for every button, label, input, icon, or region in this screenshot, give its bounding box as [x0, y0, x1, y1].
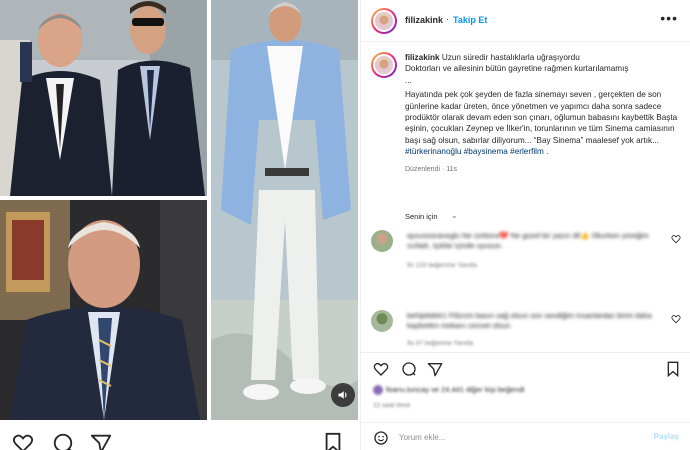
comment-meta[interactable]: 9s 47 beğenme Yanıtla	[407, 340, 473, 347]
more-options-icon[interactable]: •••	[660, 10, 678, 26]
share-icon[interactable]	[90, 432, 112, 450]
comment-meta[interactable]: 9s 133 beğenme Yanıtla	[407, 262, 477, 269]
caption-hashtags[interactable]: #türkerinanoğlu #baysinema #erlerfilm .	[405, 146, 685, 157]
separator-dot: ·	[446, 14, 449, 24]
caption-meta: Düzenlendi · 11s	[405, 165, 458, 173]
edited-time: 11s	[446, 165, 458, 173]
likes-text[interactable]: feanu.tuncay ve 24.441 diğer kişi beğend…	[386, 385, 524, 394]
photo-older-man-portrait	[0, 200, 207, 420]
caption-line-2: Doktorları ve ailesinin bütün gayretine …	[405, 64, 629, 74]
heart-icon[interactable]	[671, 234, 681, 244]
bookmark-icon[interactable]	[322, 432, 344, 450]
caption-username[interactable]: filizakink	[405, 53, 440, 62]
caption-line-1: Uzun süredir hastalıklarla uğraşıyordu	[441, 53, 580, 62]
post-image-collage[interactable]	[0, 0, 360, 450]
list-item: aysusooranoglu Ne zorbora💔 Ne güzel bir …	[371, 230, 689, 270]
caption-line-3: ...	[405, 75, 412, 85]
image-side-action-bar	[0, 428, 360, 450]
share-icon[interactable]	[427, 361, 443, 377]
comment-text: behijebilek1 Filizcim basın sağ olsun so…	[407, 311, 652, 330]
avatar	[373, 385, 383, 396]
avatar[interactable]	[371, 230, 393, 252]
post-details-panel: filizakink · Takip Et ••• filizakink Uzu…	[360, 0, 690, 450]
edited-label: Düzenlendi	[405, 165, 441, 173]
emoji-icon[interactable]	[373, 430, 389, 446]
comment-icon[interactable]	[52, 432, 74, 450]
post-timestamp: 12 saat önce	[373, 402, 411, 409]
add-comment-bar: Paylaş	[361, 422, 690, 450]
comment-input[interactable]	[399, 429, 639, 445]
for-you-filter[interactable]: Senin için	[405, 212, 438, 221]
heart-icon[interactable]	[12, 432, 34, 450]
photo-two-men-suits	[0, 0, 207, 196]
post-action-bar	[361, 352, 690, 380]
comment-text: aysusooranoglu Ne zorbora💔 Ne güzel bir …	[407, 231, 649, 250]
chevron-down-icon[interactable]: ⌄	[451, 211, 458, 220]
speaker-icon[interactable]	[331, 383, 355, 407]
avatar[interactable]	[371, 310, 393, 332]
caption-body: Hayatında pek çok şeyden de fazla sinema…	[405, 90, 678, 145]
list-item: behijebilek1 Filizcim basın sağ olsun so…	[371, 310, 689, 350]
post-header: filizakink · Takip Et •••	[361, 0, 690, 42]
likes-summary[interactable]: feanu.tuncay ve 24.441 diğer kişi beğend…	[373, 385, 524, 396]
post-comment-button[interactable]: Paylaş	[654, 432, 679, 441]
heart-icon[interactable]	[373, 361, 389, 377]
comment-icon[interactable]	[401, 361, 417, 377]
follow-button[interactable]: Takip Et	[453, 15, 487, 25]
bookmark-icon[interactable]	[665, 361, 681, 377]
post-caption: filizakink Uzun süredir hastalıklarla uğ…	[405, 52, 685, 175]
heart-icon[interactable]	[671, 314, 681, 324]
avatar[interactable]	[371, 8, 397, 34]
caption-avatar[interactable]	[371, 52, 397, 78]
photo-man-blue-blazer	[211, 0, 358, 420]
post-username[interactable]: filizakink	[405, 15, 443, 25]
